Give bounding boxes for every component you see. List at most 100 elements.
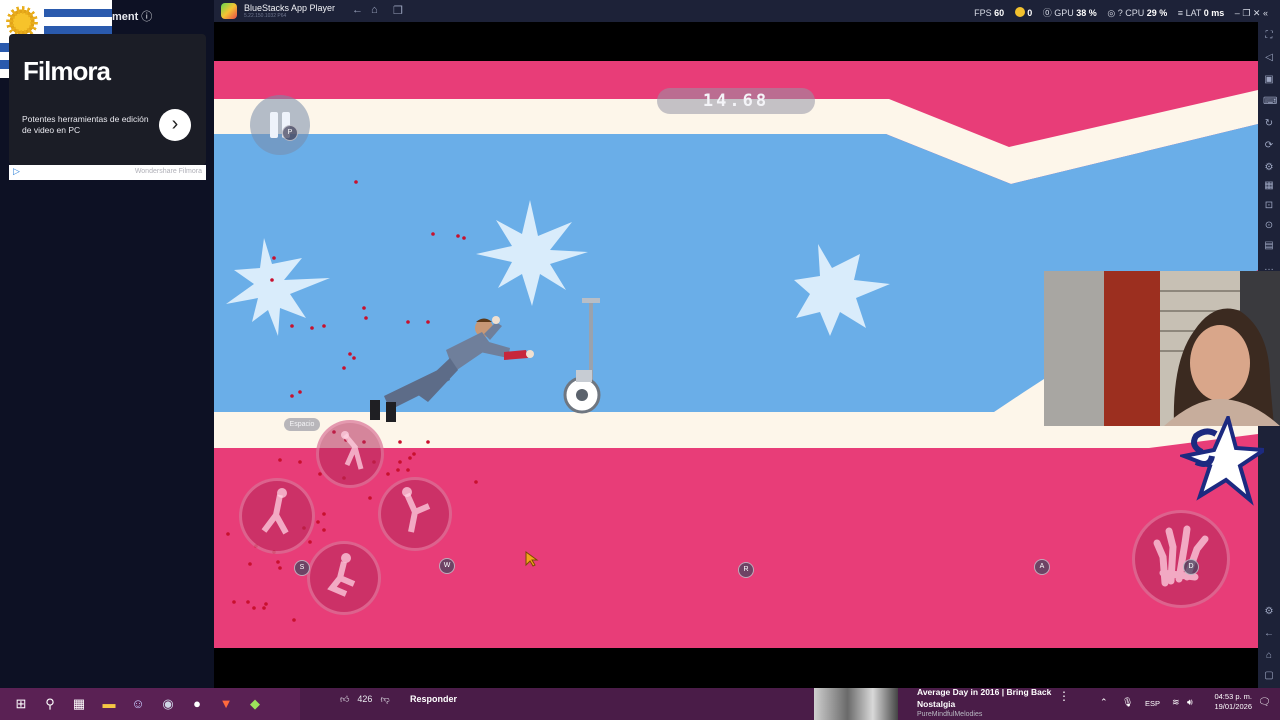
obs-icon[interactable]: ● xyxy=(189,696,205,712)
ad-card[interactable]: Filmora Potentes herramientas de edición… xyxy=(9,34,206,165)
ad-panel: ment ⓘ Filmora Potentes herramientas de e… xyxy=(0,0,214,688)
ad-brand: Filmora xyxy=(23,56,111,86)
blood-drop xyxy=(398,440,402,444)
blood-drop xyxy=(264,602,268,606)
blood-drop xyxy=(462,236,466,240)
back-icon[interactable]: ← xyxy=(352,4,363,16)
system-clock[interactable]: 04:53 p. m. 19/01/2026 xyxy=(1206,692,1252,712)
comment-actions: 👍︎ 426 👎︎ xyxy=(340,694,398,705)
blood-drop xyxy=(290,324,294,328)
stats-icon[interactable]: ▦ xyxy=(1263,180,1275,192)
grab-control-button[interactable] xyxy=(1132,510,1230,608)
multi-instance-icon[interactable]: ❐ xyxy=(393,4,403,17)
video-channel[interactable]: PureMindfulMelodies xyxy=(917,711,982,718)
sync-icon[interactable]: ⟳ xyxy=(1263,140,1275,152)
race-timer: 14.68 xyxy=(657,88,815,114)
coin-icon xyxy=(1014,7,1025,17)
widgets-icon[interactable]: ▦ xyxy=(71,696,87,712)
lean-back-control-button[interactable] xyxy=(239,478,315,554)
taskbar-apps-area: ⊞ ⚲ ▦ ▬ ☺ ◉ ● ▼ ◆ xyxy=(0,688,300,720)
rotate-icon[interactable]: ↻ xyxy=(1263,118,1275,130)
volume-icon[interactable]: ◁ xyxy=(1263,52,1275,64)
blood-drop xyxy=(412,452,416,456)
language-indicator[interactable]: ESP xyxy=(1145,699,1160,708)
app-title: BlueStacks App Player xyxy=(244,3,336,13)
restore-icon[interactable]: ❐ xyxy=(1242,8,1250,18)
blood-drop xyxy=(348,352,352,356)
account-icon[interactable]: ◎ xyxy=(1107,8,1115,18)
blood-drop xyxy=(474,480,478,484)
adchoices-icon[interactable]: ▷ xyxy=(13,166,20,177)
blood-drop xyxy=(272,256,276,260)
like-count: 426 xyxy=(357,694,373,704)
eject-control-button[interactable] xyxy=(316,420,384,488)
app-version: 5.22.150.1032 P64 xyxy=(244,13,287,19)
gallery-icon[interactable]: ▤ xyxy=(1263,240,1275,252)
tray-chevron-icon[interactable]: ⌃ xyxy=(1100,697,1108,708)
home-icon[interactable]: ⌂ xyxy=(371,4,378,16)
lean-forward-figure-icon xyxy=(402,487,431,533)
blood-drop xyxy=(290,394,294,398)
blood-drop xyxy=(426,440,430,444)
blood-drop xyxy=(232,600,236,604)
blood-drop xyxy=(278,566,282,570)
media-icon[interactable]: ▣ xyxy=(1263,74,1275,86)
blood-drop xyxy=(262,606,266,610)
blood-drop xyxy=(406,468,410,472)
recent-apps-icon[interactable]: ▢ xyxy=(1263,670,1275,682)
webcam-feed xyxy=(1044,271,1280,426)
discord-icon[interactable]: ☺ xyxy=(130,696,146,712)
close-icon[interactable]: ✕ xyxy=(1253,8,1261,18)
mouse-cursor-icon xyxy=(525,551,539,567)
steam-icon[interactable]: ◉ xyxy=(160,696,176,712)
video-thumbnail[interactable] xyxy=(814,688,898,720)
home-nav-icon[interactable]: ⌂ xyxy=(1263,650,1275,662)
blood-drop xyxy=(426,320,430,324)
game-controls-icon[interactable]: ⌨ xyxy=(1263,96,1277,108)
bluestacks-logo-icon xyxy=(221,3,237,19)
info-icon[interactable]: ⓘ xyxy=(141,11,152,23)
brave-icon[interactable]: ▼ xyxy=(218,696,234,712)
question-icon[interactable]: ? xyxy=(1118,8,1123,18)
blood-drop xyxy=(456,234,460,238)
pause-button[interactable]: P xyxy=(250,95,310,155)
ad-sponsor: Wondershare Filmora xyxy=(134,168,202,175)
chevron-right-icon[interactable]: › xyxy=(159,109,191,141)
thumbs-down-icon[interactable]: 👎︎ xyxy=(380,694,389,704)
performance-stats: FPS 60 0 ⓪ GPU 38 % ◎ ? CPU 29 % ≡ LAT 0… xyxy=(974,7,1268,18)
settings-icon[interactable]: ⚙ xyxy=(1263,606,1275,618)
reply-button[interactable]: Responder xyxy=(410,694,457,704)
key-badge-a: A xyxy=(1034,559,1050,575)
fullscreen-icon[interactable]: ⛶ xyxy=(1263,30,1275,42)
thumbs-up-icon[interactable]: 👍︎ xyxy=(340,694,349,704)
wifi-icon[interactable]: ≋ xyxy=(1172,697,1180,708)
file-explorer-icon[interactable]: ▬ xyxy=(101,696,117,712)
video-title[interactable]: Average Day in 2016 | Bring Back Nostalg… xyxy=(917,686,1057,710)
help-icon[interactable]: ⓪ xyxy=(1043,8,1052,18)
lean-forward-control-button[interactable] xyxy=(378,477,452,551)
hand-icon xyxy=(1153,525,1209,587)
collapse-sidebar-icon[interactable]: « xyxy=(1263,8,1268,18)
screenshot-icon[interactable]: ⊡ xyxy=(1263,200,1275,212)
notifications-icon[interactable]: 🗨︎ xyxy=(1258,697,1271,708)
minimize-icon[interactable]: – xyxy=(1235,8,1240,18)
record-icon[interactable]: ⊙ xyxy=(1263,220,1275,232)
crouch-control-button[interactable] xyxy=(307,541,381,615)
bluestacks-taskbar-icon[interactable]: ◆ xyxy=(247,696,263,712)
key-badge-s: S xyxy=(294,560,310,576)
streamer-star-logo-icon xyxy=(1180,416,1264,506)
blood-drop xyxy=(252,606,256,610)
microphone-icon[interactable]: 🎙︎ xyxy=(1122,697,1133,708)
speaker-icon[interactable]: 🔊︎ xyxy=(1187,697,1193,708)
menu-icon[interactable]: ≡ xyxy=(1178,8,1183,18)
windows-start-icon[interactable]: ⊞ xyxy=(13,696,29,712)
more-options-icon[interactable]: ⋮ xyxy=(1058,689,1070,703)
pause-key-badge: P xyxy=(282,125,298,141)
macro-icon[interactable]: ⚙ xyxy=(1263,162,1275,174)
space-key-badge: Espacio xyxy=(284,418,320,431)
key-badge-w: W xyxy=(439,558,455,574)
back-nav-icon[interactable]: ← xyxy=(1263,628,1275,640)
blood-drop xyxy=(396,468,400,472)
search-icon[interactable]: ⚲ xyxy=(42,696,58,712)
key-badge-r: R xyxy=(738,562,754,578)
